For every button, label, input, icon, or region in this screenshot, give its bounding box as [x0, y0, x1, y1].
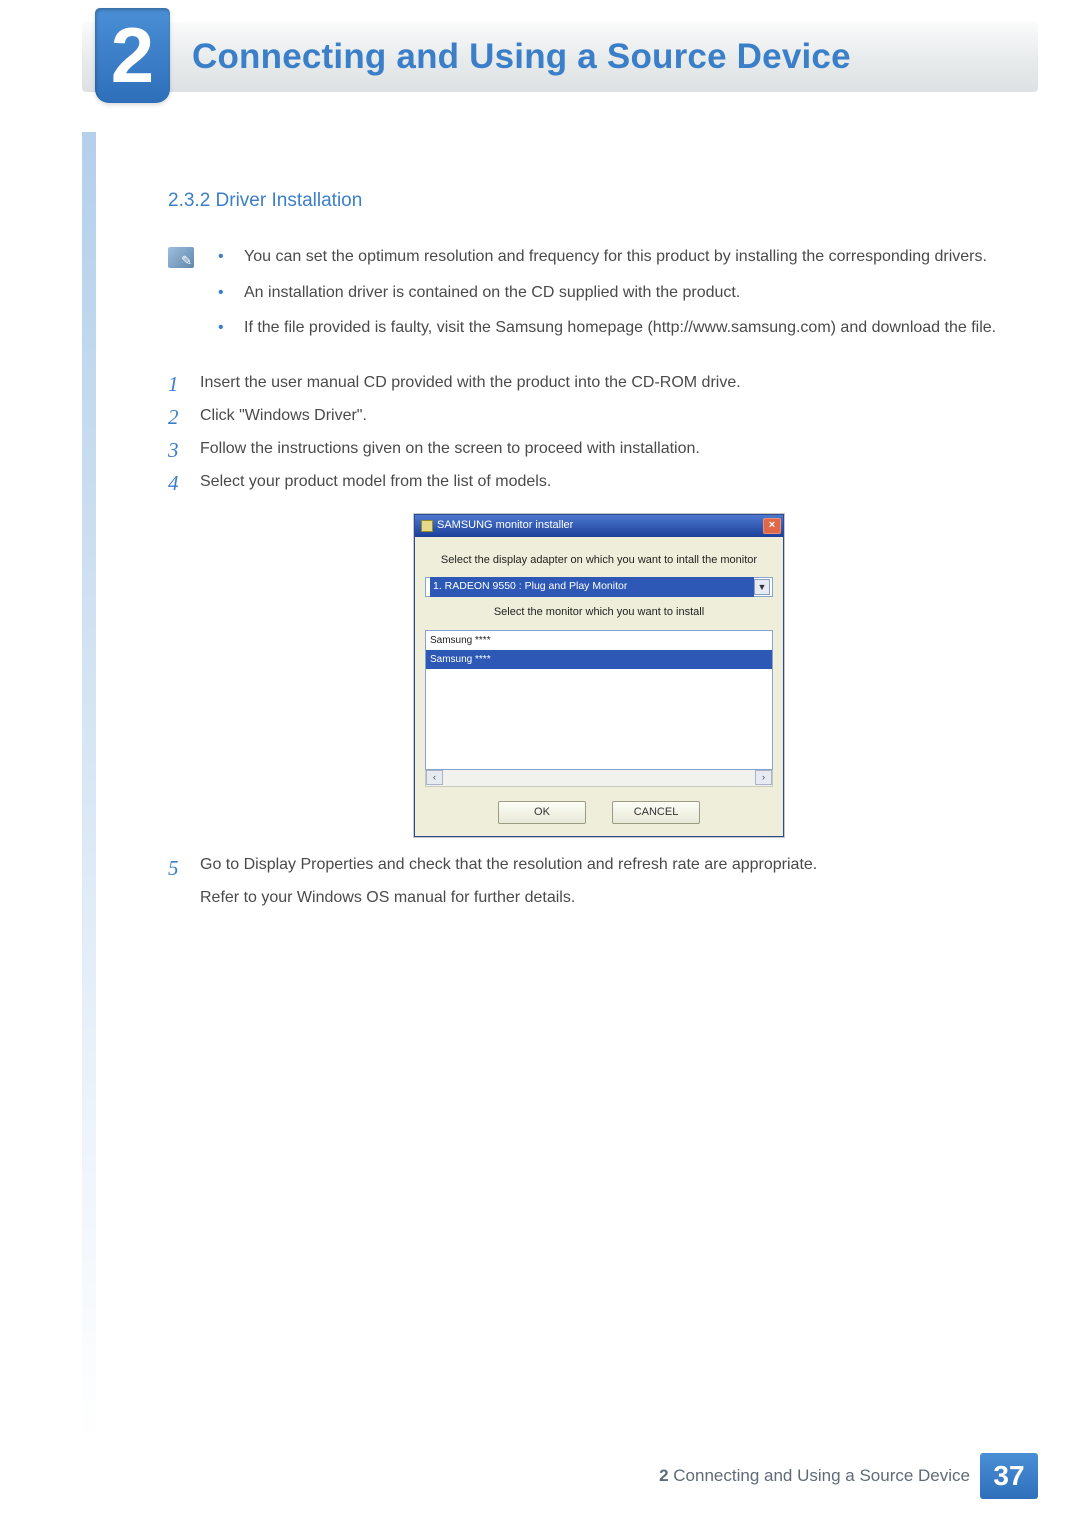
horizontal-scrollbar[interactable]: ‹ › [425, 770, 773, 787]
chevron-down-icon[interactable]: ▼ [754, 579, 770, 595]
note-icon [168, 247, 194, 268]
note-text: If the file provided is faulty, visit th… [244, 319, 996, 336]
scroll-left-icon[interactable]: ‹ [426, 770, 443, 785]
list-item[interactable]: Samsung **** [426, 650, 772, 669]
note-item: You can set the optimum resolution and f… [218, 244, 996, 270]
header-bar: Connecting and Using a Source Device [82, 22, 1038, 92]
step-text: Follow the instructions given on the scr… [200, 440, 700, 457]
dialog-app-icon [421, 520, 433, 532]
step-number: 2 [168, 400, 179, 436]
section-heading: 2.3.2 Driver Installation [168, 190, 998, 212]
note-list: You can set the optimum resolution and f… [218, 244, 996, 351]
note-text: An installation driver is contained on t… [244, 284, 740, 301]
step-subtext: Refer to your Windows OS manual for furt… [200, 884, 998, 911]
chapter-number-badge: 2 [95, 8, 170, 103]
step-number: 5 [168, 851, 179, 887]
note-block: You can set the optimum resolution and f… [168, 244, 998, 351]
step-5: 5 Go to Display Properties and check tha… [168, 851, 998, 911]
content-area: 2.3.2 Driver Installation You can set th… [168, 190, 998, 917]
note-text: You can set the optimum resolution and f… [244, 248, 987, 265]
monitor-label: Select the monitor which you want to ins… [425, 603, 773, 622]
dialog-screenshot: SAMSUNG monitor installer × Select the d… [200, 514, 998, 837]
installer-dialog: SAMSUNG monitor installer × Select the d… [414, 514, 784, 837]
adapter-select[interactable]: 1. RADEON 9550 : Plug and Play Monitor ▼ [425, 577, 773, 597]
scroll-right-icon[interactable]: › [755, 770, 772, 785]
footer: 2 Connecting and Using a Source Device 3… [0, 1453, 1038, 1499]
dialog-titlebar: SAMSUNG monitor installer × [415, 515, 783, 537]
step-2: 2 Click "Windows Driver". [168, 402, 998, 429]
step-number: 1 [168, 367, 179, 403]
note-item: If the file provided is faulty, visit th… [218, 315, 996, 341]
adapter-selected-text: 1. RADEON 9550 : Plug and Play Monitor [430, 577, 754, 597]
chapter-number: 2 [111, 10, 154, 101]
step-3: 3 Follow the instructions given on the s… [168, 435, 998, 462]
chapter-title: Connecting and Using a Source Device [192, 37, 851, 77]
step-text: Select your product model from the list … [200, 473, 551, 490]
left-accent [82, 132, 96, 1442]
step-number: 4 [168, 466, 179, 502]
footer-chapter-title: Connecting and Using a Source Device [673, 1466, 970, 1485]
step-text: Click "Windows Driver". [200, 407, 367, 424]
list-item[interactable]: Samsung **** [426, 631, 772, 650]
ok-button[interactable]: OK [498, 801, 586, 824]
steps-list: 1 Insert the user manual CD provided wit… [168, 369, 998, 912]
footer-label: 2 Connecting and Using a Source Device [659, 1466, 970, 1486]
note-item: An installation driver is contained on t… [218, 280, 996, 306]
dialog-title: SAMSUNG monitor installer [437, 516, 573, 535]
dialog-body: Select the display adapter on which you … [415, 537, 783, 836]
adapter-label: Select the display adapter on which you … [425, 551, 773, 570]
step-number: 3 [168, 433, 179, 469]
step-text: Go to Display Properties and check that … [200, 856, 817, 873]
step-1: 1 Insert the user manual CD provided wit… [168, 369, 998, 396]
close-icon[interactable]: × [763, 518, 781, 534]
page: Connecting and Using a Source Device 2 2… [0, 0, 1080, 1527]
monitor-list[interactable]: Samsung **** Samsung **** [425, 630, 773, 770]
cancel-button[interactable]: CANCEL [612, 801, 700, 824]
dialog-title-wrap: SAMSUNG monitor installer [421, 516, 573, 535]
footer-chapter-number: 2 [659, 1466, 668, 1485]
step-4: 4 Select your product model from the lis… [168, 468, 998, 837]
footer-page-number: 37 [980, 1453, 1038, 1499]
step-text: Insert the user manual CD provided with … [200, 374, 741, 391]
dialog-buttons: OK CANCEL [425, 801, 773, 824]
